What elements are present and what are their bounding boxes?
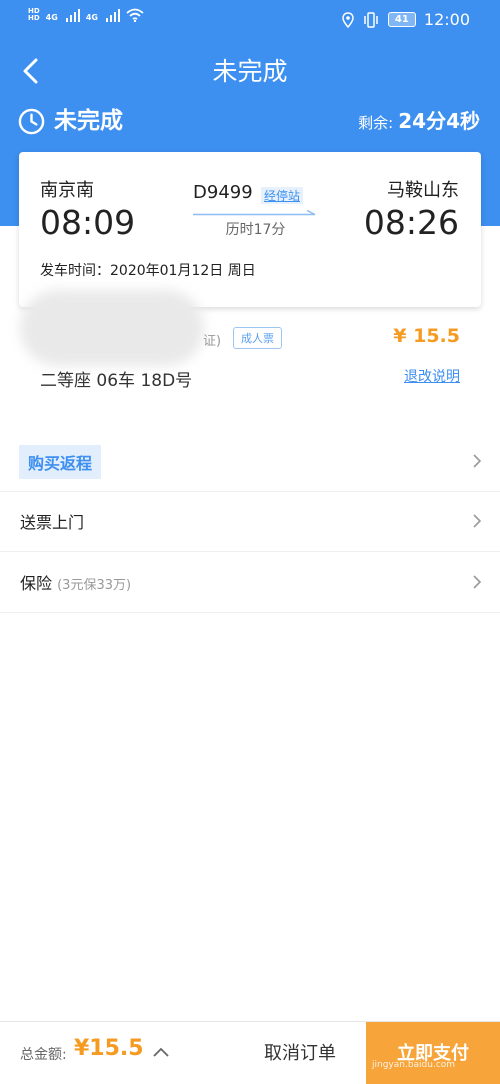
pay-now-button[interactable]: 立即支付 xyxy=(366,1022,500,1084)
location-icon xyxy=(342,11,354,28)
chevron-right-icon xyxy=(473,514,482,528)
delivery-label: 送票上门 xyxy=(20,513,85,532)
remaining-label: 剩余: xyxy=(358,114,394,132)
total-label: 总金额: xyxy=(20,1047,67,1063)
clock-icon xyxy=(18,108,45,135)
page-title: 未完成 xyxy=(212,57,288,86)
id-type-tail: 证) xyxy=(203,334,222,349)
order-status-label: 未完成 xyxy=(54,108,123,134)
battery-icon: 41 xyxy=(387,12,416,27)
arrow-right-icon xyxy=(193,210,316,216)
chevron-right-icon xyxy=(473,454,482,468)
chevron-right-icon xyxy=(473,575,482,589)
to-time: 08:26 xyxy=(363,203,459,242)
insurance-label: 保险 (3元保33万) xyxy=(20,570,131,594)
network-type-2: 4G xyxy=(85,13,98,22)
chevron-up-icon[interactable] xyxy=(152,1046,170,1058)
to-station: 马鞍山东 xyxy=(387,180,459,201)
seat-info: 二等座 06车 18D号 xyxy=(40,371,193,391)
buy-return-label: 购买返程 xyxy=(19,445,102,479)
sim1-indicator: HD HD xyxy=(28,7,40,22)
buy-return-row[interactable]: 购买返程 xyxy=(0,432,500,492)
stops-link[interactable]: 经停站 xyxy=(261,187,304,204)
signal-group: HD HD 4G 4G xyxy=(28,6,144,22)
remaining-time: 剩余: 24分4秒 xyxy=(358,105,480,139)
train-number: D9499 xyxy=(193,182,253,203)
clock-time: 12:00 xyxy=(423,10,470,29)
bottom-bar: 总金额: ¥15.5 取消订单 立即支付 xyxy=(0,1021,500,1084)
delivery-row[interactable]: 送票上门 xyxy=(0,492,500,552)
signal-bars-icon xyxy=(65,6,80,22)
blurred-passenger-name xyxy=(20,290,204,366)
trip-duration: 历时17分 xyxy=(225,222,286,238)
network-type-1: 4G xyxy=(45,13,58,22)
insurance-note: (3元保33万) xyxy=(57,578,132,593)
wifi-icon xyxy=(126,8,144,22)
watermark: jingyan.baidu.com xyxy=(372,1060,456,1070)
cancel-order-button[interactable]: 取消订单 xyxy=(250,1022,350,1084)
vibrate-icon xyxy=(364,11,378,28)
insurance-row[interactable]: 保险 (3元保33万) xyxy=(0,553,500,613)
total-amount: ¥15.5 xyxy=(74,1036,144,1061)
ticket-card: 南京南 08:09 D9499 经停站 历时17分 马鞍山东 08:26 发车时… xyxy=(19,152,481,307)
order-status-row: 未完成 剩余: 24分4秒 xyxy=(18,103,480,139)
refund-policy-link[interactable]: 退改说明 xyxy=(404,366,460,386)
status-right-group: 41 12:00 xyxy=(342,10,470,29)
ticket-price: ¥ 15.5 xyxy=(393,325,460,347)
depart-date: 发车时间：2020年01月12日 周日 xyxy=(40,263,256,279)
ticket-type-badge: 成人票 xyxy=(233,327,282,349)
from-time: 08:09 xyxy=(40,203,136,242)
from-station: 南京南 xyxy=(40,180,94,201)
remaining-value: 24分4秒 xyxy=(398,109,480,133)
status-bar: HD HD 4G 4G 41 12:00 xyxy=(0,0,500,40)
signal-bars-icon xyxy=(105,6,120,22)
insurance-title: 保险 xyxy=(20,574,53,593)
